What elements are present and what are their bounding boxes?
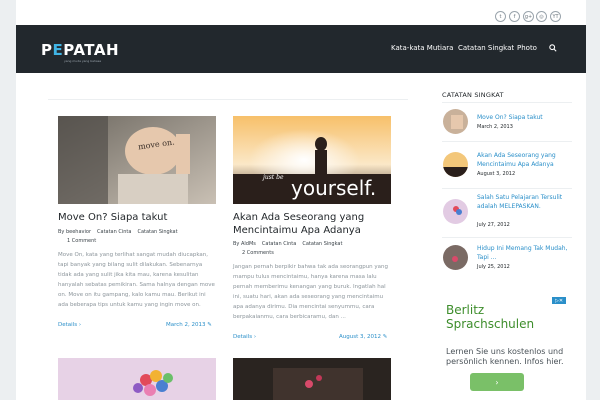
divider	[442, 188, 572, 189]
facebook-icon[interactable]: f	[509, 11, 520, 22]
sidebar-item-date: July 25, 2012	[477, 264, 510, 270]
divider	[442, 237, 572, 238]
post-meta: By AldMs Catatan Cinta Catatan Singkat	[233, 240, 403, 248]
post-title[interactable]: Akan Ada Seseorang yang Mencintaimu Apa …	[233, 211, 393, 237]
ad-headline[interactable]: Sprachschulen	[446, 317, 534, 331]
logo-accent-letter: E	[52, 41, 64, 59]
nav-photo[interactable]: Photo	[517, 44, 537, 52]
image-text-small: just be	[263, 174, 284, 181]
thumb-image	[443, 245, 468, 270]
youtube-icon[interactable]: YT	[550, 11, 561, 22]
ad-headline[interactable]: Berlitz	[446, 303, 484, 317]
post-date-text: March 2, 2013	[166, 322, 206, 328]
nav-catatan-singkat[interactable]: Catatan Singkat	[458, 44, 514, 52]
ad-choices-icon[interactable]: ▷✕	[552, 297, 566, 304]
dark-photo	[233, 358, 391, 400]
post-category[interactable]: Catatan Singkat	[137, 229, 177, 235]
sidebar-title: CATATAN SINGKAT	[442, 91, 504, 99]
post-date-text: August 3, 2012	[339, 334, 381, 340]
search-icon[interactable]	[549, 44, 557, 52]
post-excerpt: Jangan pernah berpikir bahwa tak ada seo…	[233, 264, 389, 320]
post-excerpt: Move On, kata yang terlihat sangat mudah…	[58, 252, 215, 308]
post-comments[interactable]: 2 Comments	[242, 249, 274, 257]
chevron-right-icon: ›	[78, 322, 82, 328]
instagram-icon[interactable]: ◎	[536, 11, 547, 22]
sidebar-item-title[interactable]: Akan Ada Seseorang yang Mencintaimu Apa …	[477, 151, 572, 169]
logo-letter: P	[41, 41, 53, 59]
post-author[interactable]: By beehavior	[58, 229, 91, 235]
post-image-yourself[interactable]: just be yourself.	[233, 116, 391, 204]
advertisement[interactable]: ▷✕ Berlitz Sprachschulen Lernen Sie uns …	[442, 295, 568, 395]
twitter-icon[interactable]: t	[495, 11, 506, 22]
sidebar-item-title[interactable]: Salah Satu Pelajaran Tersulit adalah MEL…	[477, 193, 572, 211]
ad-text: Lernen Sie uns kostenlos und persönlich …	[446, 347, 564, 366]
sidebar-thumb[interactable]	[443, 245, 468, 270]
sidebar-thumb[interactable]	[443, 152, 468, 177]
thumb-image	[443, 152, 468, 177]
image-text-big: yourself.	[291, 176, 377, 200]
top-social-bar: t f g+ ◎ YT	[16, 0, 586, 25]
sidebar-item-date: March 2, 2013	[477, 124, 513, 130]
sidebar-thumb[interactable]	[443, 199, 468, 224]
post-category[interactable]: Catatan Singkat	[302, 241, 342, 247]
balloons-photo	[58, 358, 216, 400]
site-logo[interactable]: PEPATAH	[41, 41, 119, 59]
post-date: March 2, 2013 ✎	[166, 322, 212, 328]
post-meta: By beehavior Catatan Cinta Catatan Singkat	[58, 228, 218, 236]
ad-next-button[interactable]: ›	[470, 373, 524, 391]
chevron-right-icon: ›	[253, 334, 257, 340]
logo-rest: PATAH	[63, 41, 120, 59]
thumb-image	[443, 199, 468, 224]
pencil-icon[interactable]: ✎	[383, 334, 388, 340]
sidebar-item-date: July 27, 2012	[477, 222, 510, 228]
move-on-photo	[58, 116, 216, 204]
main-content: move on. Move On? Siapa takut By beehavi…	[16, 73, 586, 400]
divider	[442, 141, 572, 142]
pencil-icon[interactable]: ✎	[207, 322, 212, 328]
post-comments[interactable]: 1 Comment	[67, 237, 96, 245]
post-category[interactable]: Catatan Cinta	[262, 241, 296, 247]
post-title[interactable]: Move On? Siapa takut	[58, 211, 218, 224]
google-plus-icon[interactable]: g+	[523, 11, 534, 22]
details-label: Details	[233, 334, 253, 340]
post-image-dark[interactable]	[233, 358, 391, 400]
post-date: August 3, 2012 ✎	[339, 334, 387, 340]
sidebar-item-title[interactable]: Move On? Siapa takut	[477, 113, 572, 122]
post-author[interactable]: By AldMs	[233, 241, 256, 247]
post-image-balloons[interactable]	[58, 358, 216, 400]
divider	[48, 99, 408, 100]
post-image-move-on[interactable]: move on.	[58, 116, 216, 204]
nav-kata-kata-mutiara[interactable]: Kata-kata Mutiara	[391, 44, 453, 52]
details-link[interactable]: Details ›	[58, 322, 81, 328]
thumb-image	[443, 109, 468, 134]
details-label: Details	[58, 322, 78, 328]
site-tagline: yang muda yang bahasa	[64, 59, 102, 63]
sidebar-thumb[interactable]	[443, 109, 468, 134]
sidebar-item-date: August 3, 2012	[477, 171, 516, 177]
sidebar-item-title[interactable]: Hidup Ini Memang Tak Mudah, Tapi ...	[477, 244, 572, 262]
site-header: PEPATAH yang muda yang bahasa Kata-kata …	[16, 25, 586, 73]
details-link[interactable]: Details ›	[233, 334, 256, 340]
post-category[interactable]: Catatan Cinta	[97, 229, 131, 235]
divider	[442, 102, 572, 103]
